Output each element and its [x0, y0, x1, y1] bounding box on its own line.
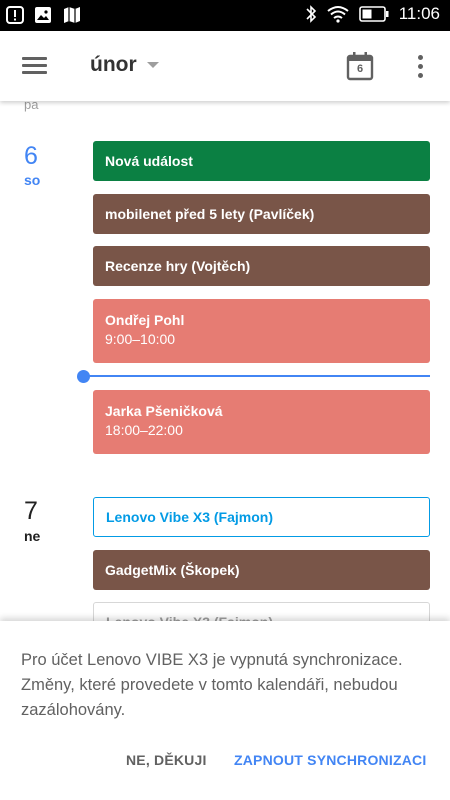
- today-calendar-icon[interactable]: 6: [346, 51, 374, 81]
- wifi-icon: [327, 5, 349, 23]
- alert-icon: [6, 6, 24, 24]
- map-icon: [62, 5, 82, 25]
- month-title: únor: [90, 53, 137, 76]
- event-title: GadgetMix (Škopek): [105, 562, 240, 578]
- day-number: 7: [24, 497, 38, 525]
- sync-disabled-snackbar: Pro účet Lenovo VIBE X3 je vypnutá synch…: [0, 621, 450, 800]
- event-title: mobilenet před 5 lety (Pavlíček): [105, 206, 315, 222]
- event-title: Nová událost: [105, 153, 193, 169]
- day-number: 6: [24, 142, 38, 170]
- menu-icon[interactable]: [22, 55, 48, 77]
- today-day-number: 6: [356, 63, 364, 75]
- event-time: 18:00–22:00: [105, 422, 183, 438]
- event-card[interactable]: Nová událost: [93, 141, 430, 181]
- dropdown-caret-icon: [146, 62, 159, 68]
- event-time: 9:00–10:00: [105, 331, 176, 347]
- day-name: ne: [24, 528, 41, 544]
- status-time: 11:06: [398, 4, 440, 23]
- event-title: Jarka Pšeničková: [105, 403, 223, 419]
- more-vert-icon[interactable]: [415, 55, 425, 79]
- event-title: Ondřej Pohl: [105, 312, 185, 328]
- day-name: so: [24, 172, 41, 188]
- battery-icon: [358, 6, 389, 22]
- current-time-line: [84, 375, 430, 377]
- bluetooth-icon: [305, 4, 317, 24]
- dismiss-button[interactable]: NE, DĚKUJI: [126, 752, 207, 768]
- current-time-dot: [77, 370, 90, 383]
- event-card[interactable]: mobilenet před 5 lety (Pavlíček): [93, 194, 430, 234]
- event-card[interactable]: Ondřej Pohl 9:00–10:00: [93, 299, 430, 363]
- image-icon: [34, 6, 52, 24]
- event-title: Lenovo Vibe X3 (Fajmon): [106, 509, 273, 525]
- status-bar: 11:06: [0, 0, 450, 31]
- event-card[interactable]: Lenovo Vibe X3 (Fajmon): [93, 497, 430, 537]
- event-title: Recenze hry (Vojtěch): [105, 258, 251, 274]
- enable-sync-button[interactable]: ZAPNOUT SYNCHRONIZACI: [234, 752, 426, 768]
- event-card[interactable]: Jarka Pšeničková 18:00–22:00: [93, 390, 430, 454]
- sync-message: Pro účet Lenovo VIBE X3 je vypnutá synch…: [21, 651, 403, 719]
- event-card[interactable]: Recenze hry (Vojtěch): [93, 246, 430, 286]
- app-toolbar: únor 6: [0, 31, 450, 101]
- month-selector[interactable]: únor: [90, 53, 159, 77]
- event-card[interactable]: GadgetMix (Škopek): [93, 550, 430, 590]
